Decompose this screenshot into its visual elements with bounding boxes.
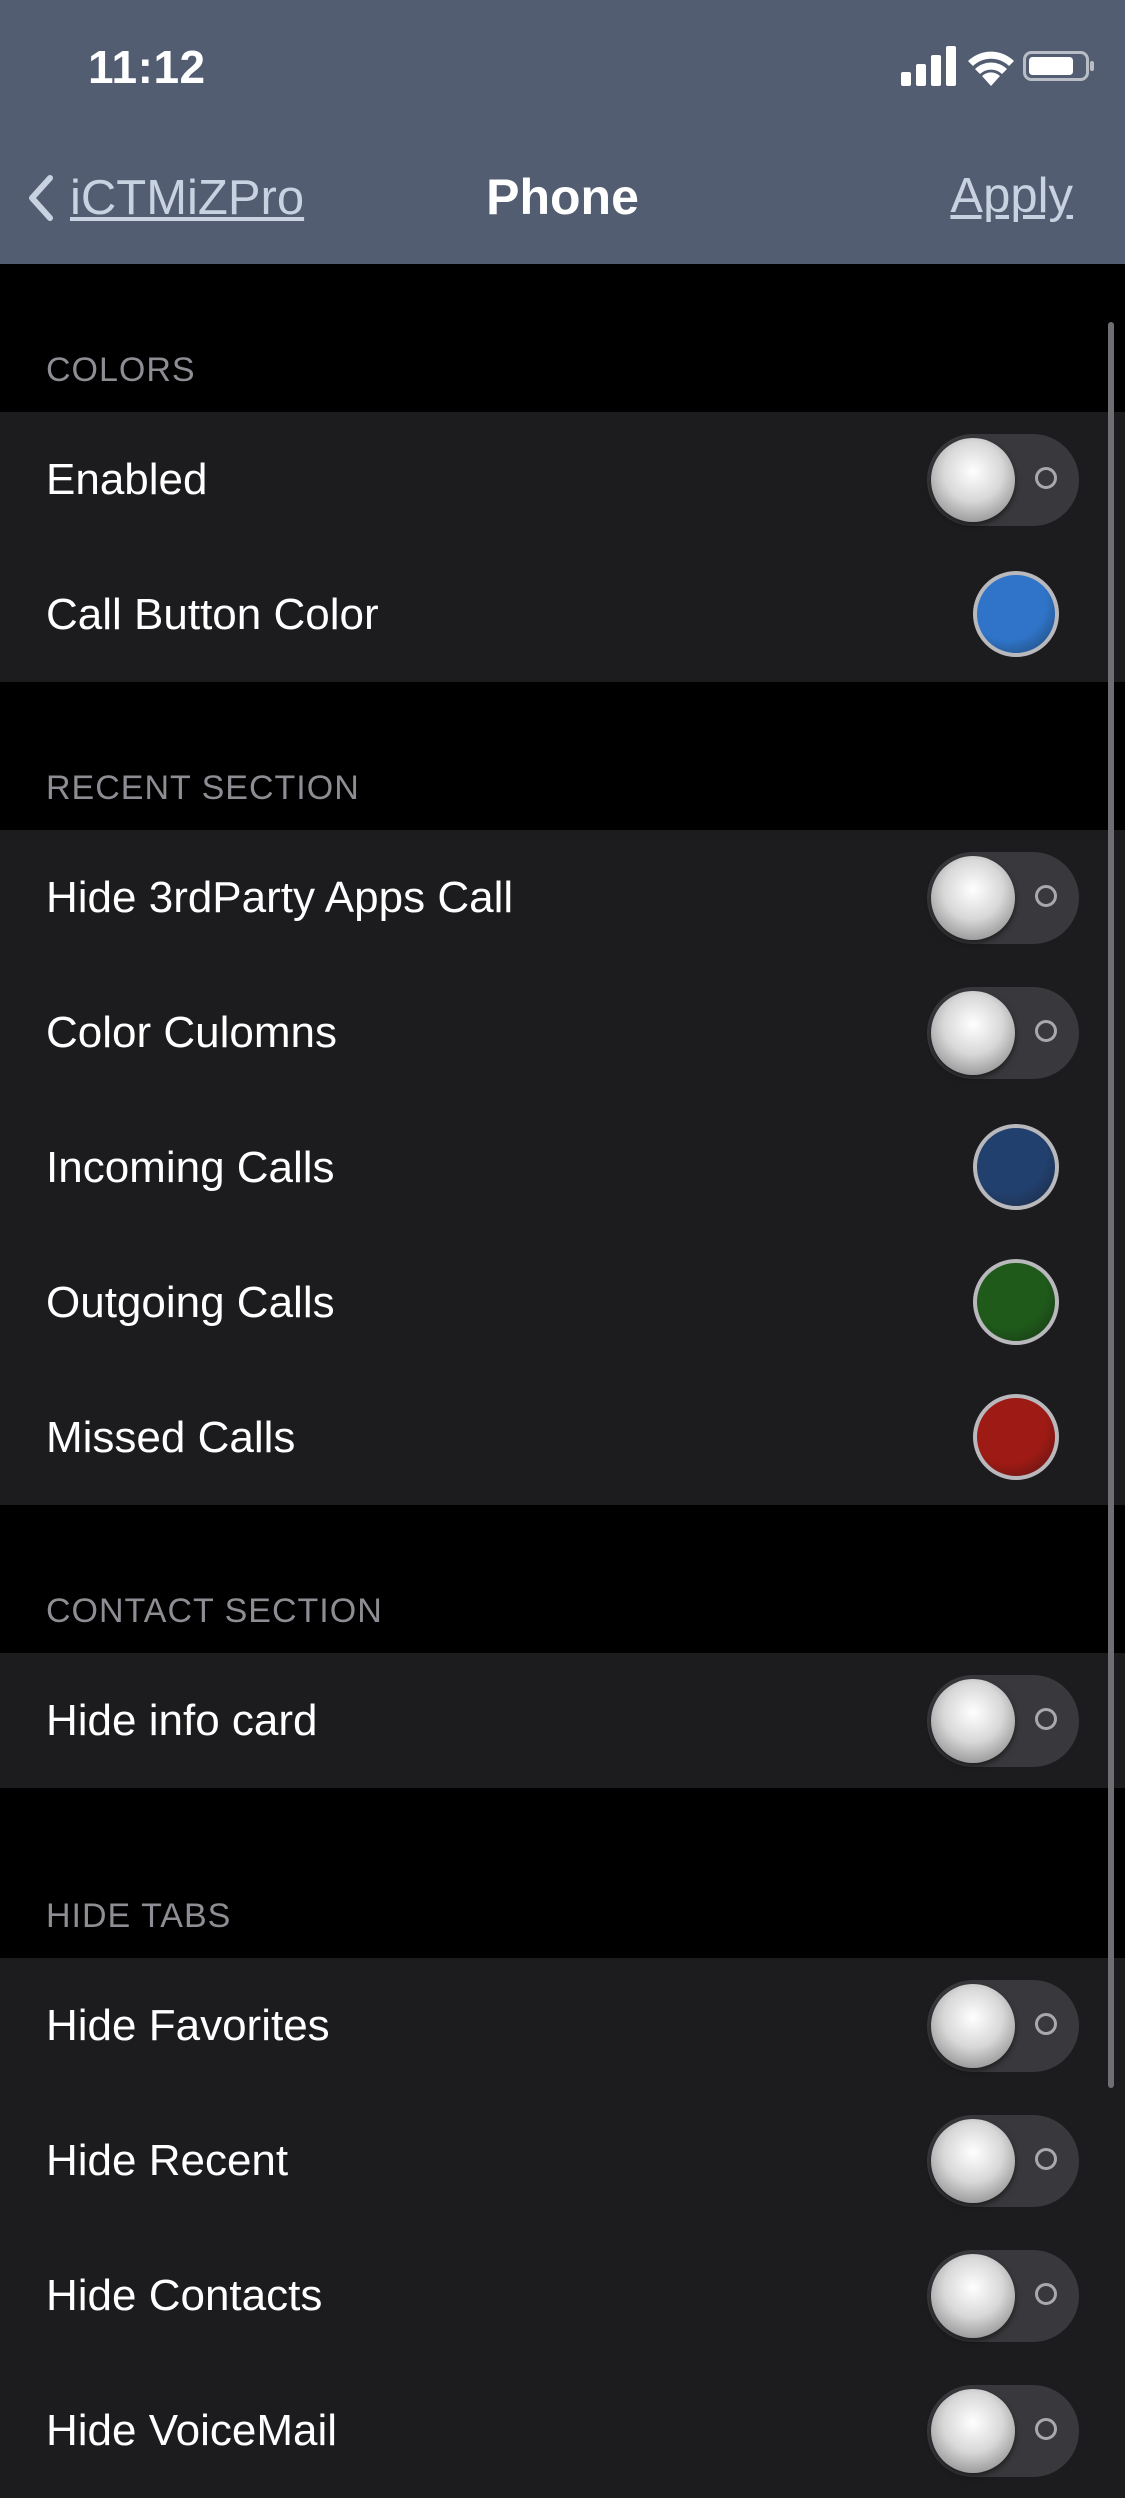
toggle-knob bbox=[931, 438, 1015, 522]
toggle-off-indicator-icon bbox=[1035, 2013, 1057, 2035]
outgoing-calls-color-swatch[interactable] bbox=[973, 1259, 1059, 1345]
toggle-knob bbox=[931, 1984, 1015, 2068]
section-header-contact: CONTACT SECTION bbox=[0, 1505, 1125, 1653]
row-hide-favorites: Hide Favorites bbox=[0, 1958, 1125, 2093]
hide-3rdparty-apps-call-toggle[interactable] bbox=[927, 852, 1079, 944]
toggle-knob bbox=[931, 991, 1015, 1075]
hide-recent-toggle[interactable] bbox=[927, 2115, 1079, 2207]
row-label: Hide Contacts bbox=[46, 2270, 323, 2320]
row-hide-recent: Hide Recent bbox=[0, 2093, 1125, 2228]
row-label: Hide Recent bbox=[46, 2135, 289, 2185]
row-color-columns: Color Culomns bbox=[0, 965, 1125, 1100]
toggle-off-indicator-icon bbox=[1035, 2418, 1057, 2440]
status-time: 11:12 bbox=[88, 41, 206, 93]
section-title: RECENT SECTION bbox=[46, 769, 360, 807]
toggle-knob bbox=[931, 856, 1015, 940]
row-enabled: Enabled bbox=[0, 412, 1125, 547]
toggle-off-indicator-icon bbox=[1035, 885, 1057, 907]
row-label: Color Culomns bbox=[46, 1007, 337, 1057]
missed-calls-color-swatch[interactable] bbox=[973, 1394, 1059, 1480]
status-bar: 11:12 bbox=[0, 0, 1125, 132]
toggle-off-indicator-icon bbox=[1035, 2148, 1057, 2170]
navigation-bar: iCTMiZPro Phone Apply bbox=[0, 132, 1125, 264]
scrollbar[interactable] bbox=[1108, 322, 1114, 2088]
color-columns-toggle[interactable] bbox=[927, 987, 1079, 1079]
toggle-knob bbox=[931, 2389, 1015, 2473]
row-hide-3rdparty-apps-call: Hide 3rdParty Apps Call bbox=[0, 830, 1125, 965]
row-hide-contacts: Hide Contacts bbox=[0, 2228, 1125, 2363]
apply-button[interactable]: Apply bbox=[950, 168, 1073, 224]
row-label: Hide Favorites bbox=[46, 2000, 330, 2050]
row-call-button-color: Call Button Color bbox=[0, 547, 1125, 682]
toggle-off-indicator-icon bbox=[1035, 1708, 1057, 1730]
wifi-icon bbox=[968, 51, 1014, 86]
toggle-knob bbox=[931, 2119, 1015, 2203]
toggle-knob bbox=[931, 1679, 1015, 1763]
toggle-off-indicator-icon bbox=[1035, 2283, 1057, 2305]
row-label: Hide info card bbox=[46, 1695, 318, 1745]
section-group-colors: Enabled Call Button Color bbox=[0, 412, 1125, 682]
section-group-hide-tabs: Hide Favorites Hide Recent Hide Contacts… bbox=[0, 1958, 1125, 2498]
row-label: Hide 3rdParty Apps Call bbox=[46, 872, 514, 922]
toggle-off-indicator-icon bbox=[1035, 467, 1057, 489]
row-label: Incoming Calls bbox=[46, 1142, 335, 1192]
section-header-recent: RECENT SECTION bbox=[0, 682, 1125, 830]
row-label: Outgoing Calls bbox=[46, 1277, 335, 1327]
row-hide-voicemail: Hide VoiceMail bbox=[0, 2363, 1125, 2498]
row-label: Call Button Color bbox=[46, 589, 379, 639]
section-title: CONTACT SECTION bbox=[46, 1592, 383, 1630]
section-group-recent: Hide 3rdParty Apps Call Color Culomns In… bbox=[0, 830, 1125, 1505]
enabled-toggle[interactable] bbox=[927, 434, 1079, 526]
row-missed-calls: Missed Calls bbox=[0, 1370, 1125, 1505]
section-group-contact: Hide info card bbox=[0, 1653, 1125, 1788]
row-incoming-calls: Incoming Calls bbox=[0, 1100, 1125, 1235]
hide-info-card-toggle[interactable] bbox=[927, 1675, 1079, 1767]
section-title: HIDE TABS bbox=[46, 1897, 232, 1935]
cellular-signal-icon bbox=[901, 46, 956, 86]
section-header-hide-tabs: HIDE TABS bbox=[0, 1788, 1125, 1958]
toggle-off-indicator-icon bbox=[1035, 1020, 1057, 1042]
hide-voicemail-toggle[interactable] bbox=[927, 2385, 1079, 2477]
hide-contacts-toggle[interactable] bbox=[927, 2250, 1079, 2342]
hide-favorites-toggle[interactable] bbox=[927, 1980, 1079, 2072]
row-outgoing-calls: Outgoing Calls bbox=[0, 1235, 1125, 1370]
call-button-color-swatch[interactable] bbox=[973, 571, 1059, 657]
row-label: Hide VoiceMail bbox=[46, 2405, 338, 2455]
row-label: Enabled bbox=[46, 454, 208, 504]
battery-icon bbox=[1023, 51, 1094, 81]
row-label: Missed Calls bbox=[46, 1412, 296, 1462]
settings-list: COLORS Enabled Call Button Color RECENT … bbox=[0, 264, 1125, 2498]
incoming-calls-color-swatch[interactable] bbox=[973, 1124, 1059, 1210]
toggle-knob bbox=[931, 2254, 1015, 2338]
section-title: COLORS bbox=[46, 351, 196, 389]
section-header-colors: COLORS bbox=[0, 264, 1125, 412]
row-hide-info-card: Hide info card bbox=[0, 1653, 1125, 1788]
